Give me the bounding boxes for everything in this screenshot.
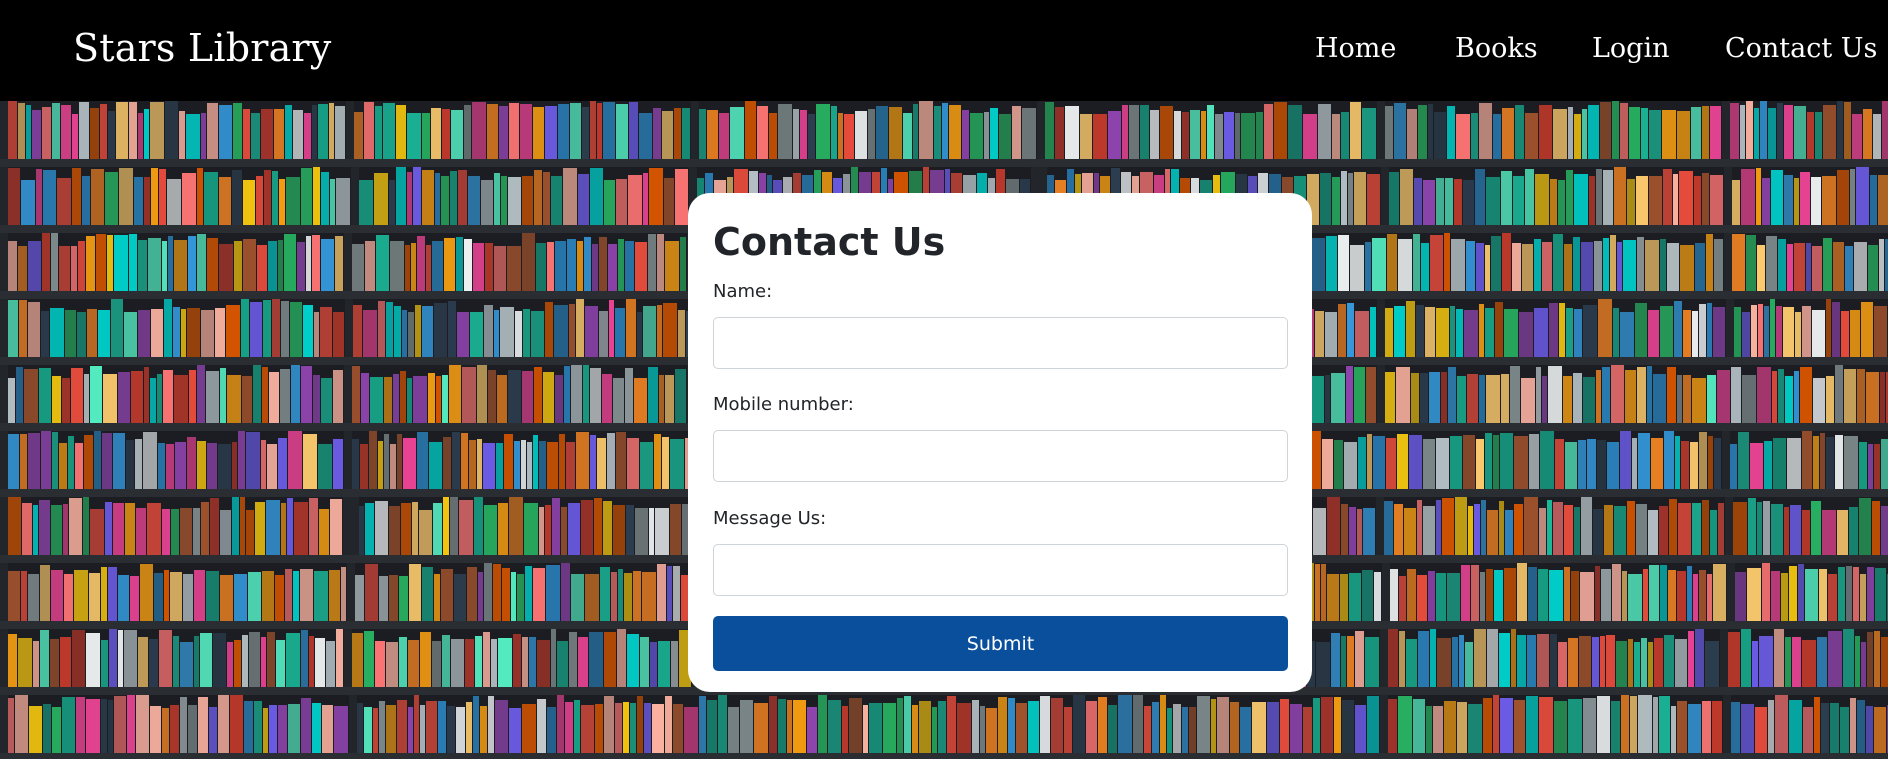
- mobile-number-label: Mobile number:: [713, 394, 854, 415]
- contact-form-card: Contact Us Name: Mobile number: Message …: [688, 193, 1312, 692]
- mobile-number-input[interactable]: [713, 430, 1288, 482]
- nav-link-login[interactable]: Login: [1592, 33, 1670, 64]
- message-label: Message Us:: [713, 508, 827, 529]
- nav-link-contact-us[interactable]: Contact Us: [1725, 33, 1877, 64]
- submit-button[interactable]: Submit: [713, 616, 1288, 671]
- contact-form-title: Contact Us: [713, 220, 946, 264]
- name-label: Name:: [713, 281, 773, 302]
- nav-link-home[interactable]: Home: [1315, 33, 1396, 64]
- message-input[interactable]: [713, 544, 1288, 596]
- top-navbar: Stars Library Home Books Login Contact U…: [0, 0, 1888, 101]
- name-input[interactable]: [713, 317, 1288, 369]
- nav-link-books[interactable]: Books: [1455, 33, 1538, 64]
- brand-logo-text[interactable]: Stars Library: [73, 26, 331, 70]
